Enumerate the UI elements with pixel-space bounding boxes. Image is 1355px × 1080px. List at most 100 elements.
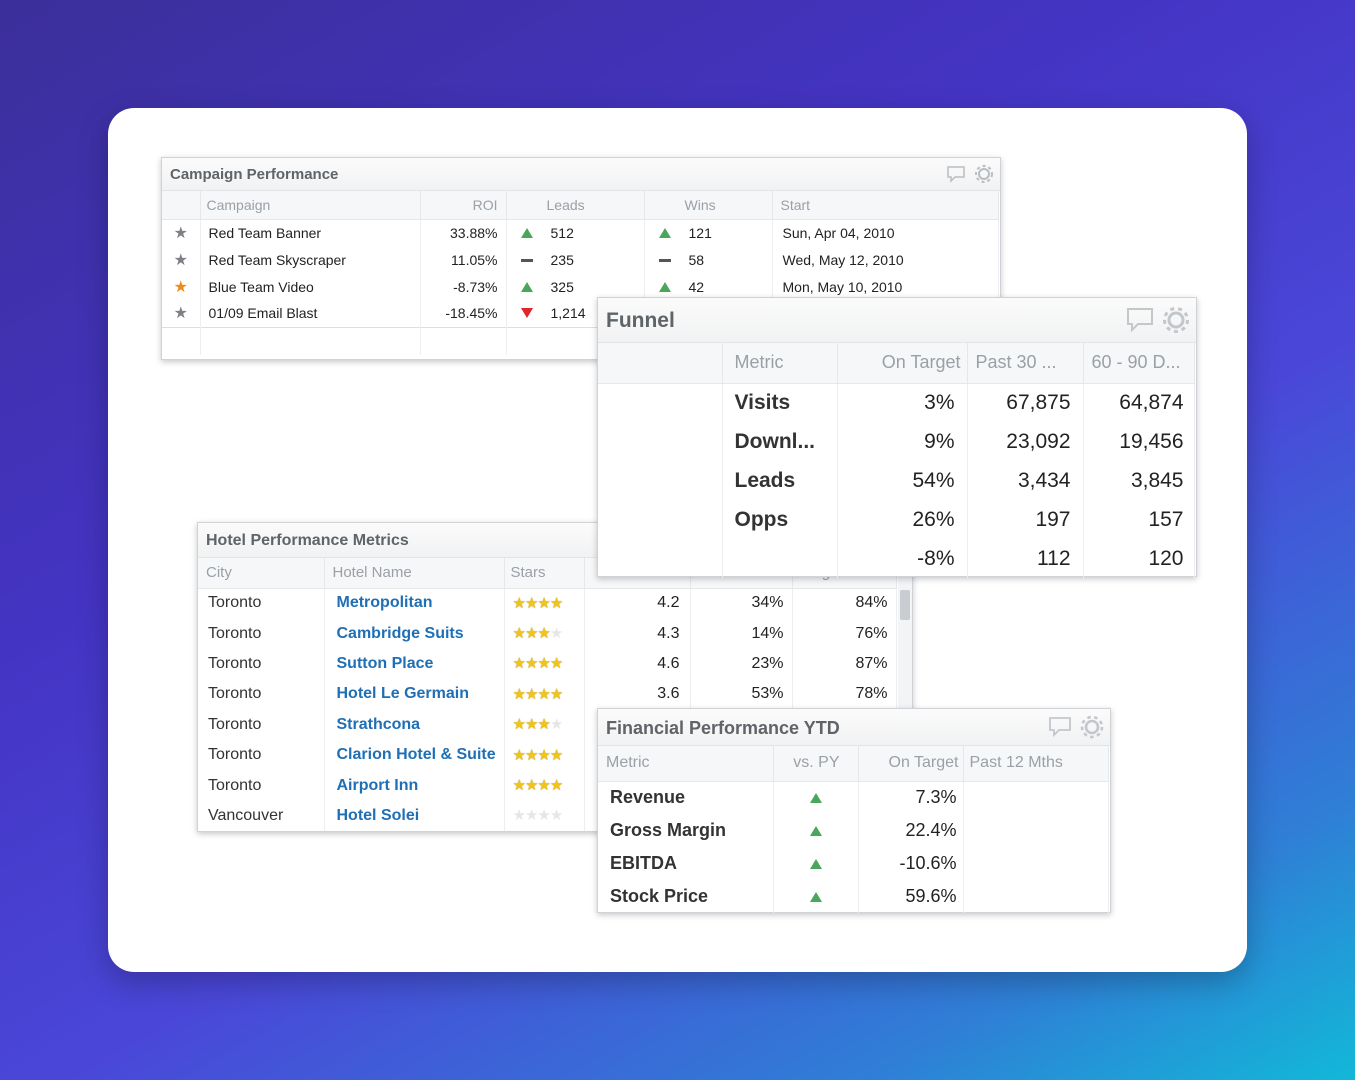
col-start[interactable]: Start (772, 191, 999, 220)
hotel-city: Toronto (198, 679, 325, 710)
col-fin-metric[interactable]: Metric (598, 746, 774, 782)
hotel-avg-occ: 76% (792, 618, 897, 649)
financial-on-target: -10.6% (858, 847, 964, 880)
funnel-60-90: 64,874 (1083, 383, 1195, 422)
financial-row[interactable]: Revenue 7.3% (598, 781, 1109, 814)
funnel-on-target: -8% (837, 539, 968, 578)
campaign-roi: -18.45% (420, 300, 507, 327)
star-rating: ★★★★ (512, 746, 564, 764)
hotel-avg-occ: 87% (792, 648, 897, 680)
star-icon: ★ (549, 807, 563, 825)
hotel-row[interactable]: Toronto Metropolitan ★★★★ 4.2 34% 84% (198, 588, 897, 619)
financial-on-target: 22.4% (858, 814, 964, 847)
star-icon: ★ (524, 807, 538, 825)
campaign-title: Campaign Performance (170, 166, 339, 183)
funnel-widget: Funnel Metric On Target Past 30 ... 60 -… (597, 297, 1197, 578)
hotel-cust-rate: 4.2 (584, 588, 691, 619)
gear-icon[interactable] (974, 164, 994, 184)
hotel-city: Toronto (198, 588, 325, 619)
hotel-scrollbar-thumb[interactable] (900, 590, 910, 620)
campaign-leads: 512 (550, 224, 574, 241)
campaign-name: 01/09 Email Blast (200, 300, 421, 327)
hotel-row[interactable]: Toronto Sutton Place ★★★★ 4.6 23% 87% (198, 648, 897, 680)
funnel-past-30: 67,875 (967, 383, 1084, 422)
favorite-star-icon[interactable]: ★ (174, 252, 188, 269)
hotel-row[interactable]: Toronto Cambridge Suits ★★★★ 4.3 14% 76% (198, 618, 897, 649)
col-wins[interactable]: Wins (644, 191, 773, 220)
campaign-row[interactable]: ★ Red Team Skyscraper 11.05% 235 58 Wed, May … (162, 246, 999, 273)
hotel-name-link[interactable]: Strathcona (337, 716, 421, 733)
hotel-new-cust: 14% (690, 618, 793, 649)
comment-icon[interactable] (1126, 307, 1154, 333)
hotel-name-link[interactable]: Hotel Le Germain (337, 685, 469, 702)
favorite-star-icon[interactable]: ★ (174, 305, 188, 322)
hotel-name-link[interactable]: Clarion Hotel & Suite (337, 746, 496, 763)
col-city[interactable]: City (198, 558, 325, 589)
campaign-header: Campaign Performance (162, 158, 1000, 191)
star-icon: ★ (512, 716, 526, 734)
star-icon: ★ (537, 807, 550, 825)
funnel-title: Funnel (606, 309, 675, 332)
col-roi[interactable]: ROI (420, 191, 507, 220)
financial-row[interactable]: Stock Price 59.6% (598, 880, 1109, 913)
campaign-leads: 1,214 (550, 305, 586, 322)
funnel-row[interactable]: Visits 3% 67,875 64,874 (598, 383, 1195, 422)
star-icon: ★ (537, 746, 550, 764)
col-stars[interactable]: Stars (504, 558, 585, 589)
trend-up-icon (658, 227, 671, 238)
hotel-city: Vancouver (198, 800, 325, 832)
funnel-row[interactable]: Opps 26% 197 157 (598, 500, 1195, 539)
funnel-past-30: 3,434 (967, 461, 1084, 500)
col-fin-target[interactable]: On Target (858, 746, 964, 782)
col-past-30[interactable]: Past 30 ... (967, 343, 1084, 384)
funnel-on-target: 54% (837, 461, 968, 500)
col-60-90[interactable]: 60 - 90 D... (1083, 343, 1195, 384)
star-icon: ★ (537, 625, 550, 643)
col-hotel-name[interactable]: Hotel Name (324, 558, 505, 589)
hotel-name-link[interactable]: Metropolitan (337, 594, 433, 611)
funnel-row[interactable]: -8% 112 120 (598, 539, 1195, 578)
funnel-past-30: 23,092 (967, 422, 1084, 461)
hotel-city: Toronto (198, 709, 325, 740)
financial-row[interactable]: Gross Margin 22.4% (598, 814, 1109, 847)
campaign-start: Sun, Apr 04, 2010 (772, 219, 999, 246)
star-icon: ★ (549, 685, 563, 703)
gear-icon[interactable] (1162, 306, 1190, 334)
col-past-12[interactable]: Past 12 Mths (963, 746, 1109, 782)
comment-icon[interactable] (1048, 716, 1072, 738)
comment-icon[interactable] (946, 165, 966, 183)
gear-icon[interactable] (1080, 715, 1104, 739)
campaign-row[interactable]: ★ Red Team Banner 33.88% 512 121 Sun, Apr 04,… (162, 219, 999, 246)
campaign-roi: -8.73% (420, 273, 507, 300)
campaign-name: Red Team Banner (200, 219, 421, 246)
col-metric[interactable]: Metric (722, 343, 838, 384)
hotel-new-cust: 23% (690, 648, 793, 680)
financial-table: Metric vs. PY On Target Past 12 Mths Rev… (598, 746, 1109, 913)
hotel-city: Toronto (198, 618, 325, 649)
campaign-name: Blue Team Video (200, 273, 421, 300)
hotel-name-link[interactable]: Sutton Place (337, 655, 434, 672)
funnel-metric: Visits (722, 383, 838, 422)
star-icon: ★ (512, 746, 526, 764)
star-icon: ★ (524, 746, 538, 764)
col-on-target[interactable]: On Target (837, 343, 968, 384)
col-leads[interactable]: Leads (506, 191, 645, 220)
campaign-row[interactable]: ★ Blue Team Video -8.73% 325 42 Mon, May 10, … (162, 273, 999, 300)
hotel-avg-occ: 84% (792, 588, 897, 619)
favorite-star-icon[interactable]: ★ (174, 225, 188, 242)
hotel-name-link[interactable]: Cambridge Suits (337, 625, 464, 642)
funnel-row[interactable]: Downl... 9% 23,092 19,456 (598, 422, 1195, 461)
favorite-star-icon[interactable]: ★ (174, 279, 188, 296)
star-icon: ★ (512, 685, 526, 703)
col-campaign[interactable]: Campaign (200, 191, 421, 220)
hotel-name-link[interactable]: Hotel Solei (337, 807, 420, 824)
star-icon: ★ (537, 594, 550, 612)
hotel-row[interactable]: Toronto Hotel Le Germain ★★★★ 3.6 53% 78% (198, 679, 897, 710)
col-vs-py[interactable]: vs. PY (773, 746, 859, 782)
star-icon: ★ (549, 777, 563, 795)
financial-row[interactable]: EBITDA -10.6% (598, 847, 1109, 880)
funnel-row[interactable]: Leads 54% 3,434 3,845 (598, 461, 1195, 500)
hotel-name-link[interactable]: Airport Inn (337, 777, 419, 794)
hotel-city: Toronto (198, 739, 325, 771)
trend-up-icon (520, 281, 533, 292)
